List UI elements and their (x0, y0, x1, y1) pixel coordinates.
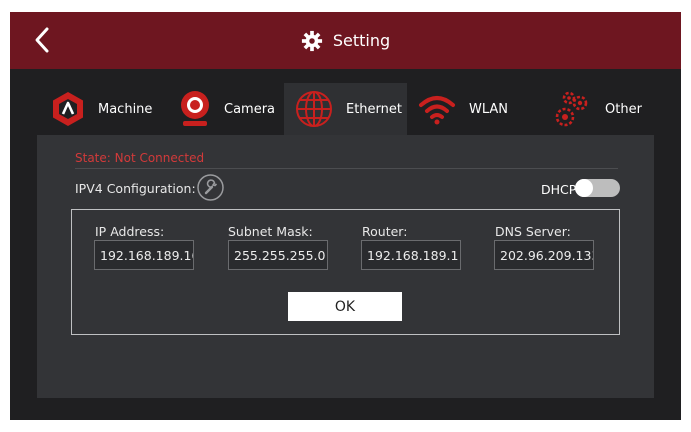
router-field[interactable]: 192.168.189.1 (361, 240, 461, 270)
router-label: Router: (362, 224, 408, 239)
dhcp-toggle-knob (575, 179, 593, 197)
machine-logo-icon (50, 91, 86, 127)
network-fields-box: IP Address: 192.168.189.164 Subnet Mask:… (71, 209, 620, 335)
wrench-icon (197, 174, 224, 201)
ip-address-label: IP Address: (95, 224, 165, 239)
dns-server-label: DNS Server: (495, 224, 571, 239)
dns-server-field[interactable]: 202.96.209.133 (494, 240, 594, 270)
tab-camera-label: Camera (224, 101, 276, 117)
page-title: Setting (332, 31, 391, 50)
gear-icon (301, 30, 322, 51)
wifi-icon (417, 93, 457, 125)
tab-other[interactable]: Other (553, 83, 642, 135)
subnet-mask-field[interactable]: 255.255.255.0 (228, 240, 328, 270)
tab-wlan-label: WLAN (469, 101, 509, 117)
tab-camera[interactable]: Camera (178, 83, 275, 135)
tab-wlan[interactable]: WLAN (417, 83, 508, 135)
tab-machine[interactable]: Machine (50, 83, 152, 135)
device-screen: Setting Machine Camera Ethernet WLAN Oth… (10, 12, 681, 420)
camera-icon (178, 90, 212, 128)
edit-config-button[interactable] (197, 174, 224, 201)
tab-ethernet-label: Ethernet (346, 101, 402, 117)
globe-icon (294, 89, 334, 129)
ip-address-field[interactable]: 192.168.189.164 (94, 240, 194, 270)
tab-other-label: Other (605, 101, 642, 117)
dhcp-label: DHCP (541, 182, 577, 197)
divider (75, 168, 618, 169)
tab-machine-label: Machine (98, 101, 153, 117)
connection-state: State: Not Connected (75, 151, 205, 165)
dhcp-toggle[interactable] (575, 179, 620, 197)
gears-icon (553, 89, 593, 129)
tab-bar: Machine Camera Ethernet WLAN Other (10, 83, 681, 135)
header-bar: Setting (10, 12, 681, 69)
ok-button[interactable]: OK (288, 292, 402, 321)
title-group: Setting (10, 12, 681, 69)
ethernet-panel: State: Not Connected IPV4 Configuration:… (37, 135, 654, 398)
tab-ethernet[interactable]: Ethernet (284, 83, 407, 135)
subnet-mask-label: Subnet Mask: (228, 224, 313, 239)
ipv4-config-label: IPV4 Configuration: (75, 181, 196, 196)
